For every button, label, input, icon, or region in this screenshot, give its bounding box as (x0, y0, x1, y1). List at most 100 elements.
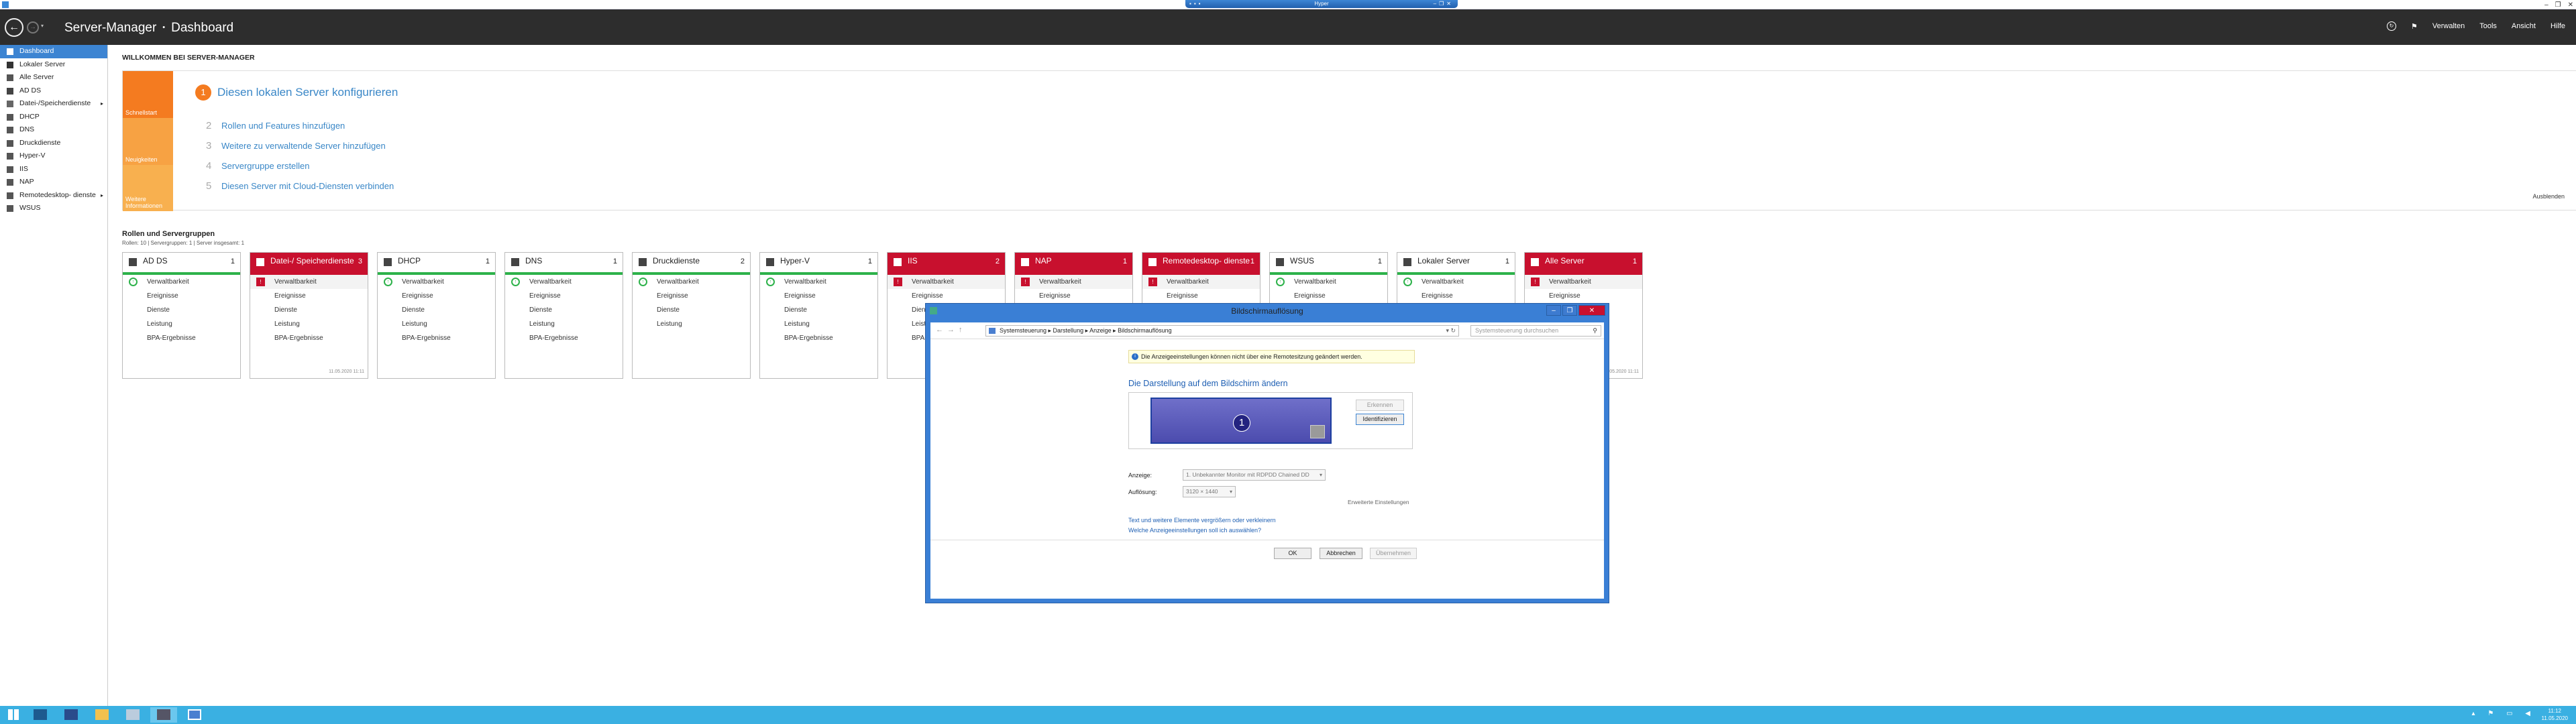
role-card-row[interactable]: BPA-Ergebnisse (760, 331, 877, 345)
role-card-header[interactable]: Hyper-V 1 (760, 253, 877, 275)
role-card[interactable]: Datei-/ Speicherdienste 3! Verwaltbarkeit E… (250, 252, 368, 379)
role-card-header[interactable]: Remotedesktop- dienste 1 (1142, 253, 1260, 275)
role-card[interactable]: DNS 1 ↑ Verwaltbarkeit Ereignisse Dienste Leis… (504, 252, 623, 379)
sidebar-item-ad-ds[interactable]: AD DS (0, 84, 107, 98)
tab-neuigkeiten[interactable]: Neuigkeiten (123, 118, 173, 165)
advanced-settings-link[interactable]: Erweiterte Einstellungen (1348, 499, 1409, 505)
sidebar-item-wsus[interactable]: WSUS (0, 202, 107, 215)
role-card-row[interactable]: ! Verwaltbarkeit (888, 275, 1005, 289)
step-label[interactable]: Diesen lokalen Server konfigurieren (217, 86, 398, 99)
apply-button[interactable]: Übernehmen (1370, 548, 1417, 559)
role-card-row[interactable]: ↑ Verwaltbarkeit (505, 275, 623, 289)
role-card-row[interactable]: Dienste (250, 303, 368, 317)
role-card-row[interactable]: BPA-Ergebnisse (250, 331, 368, 345)
role-card[interactable]: AD DS 1 ↑ Verwaltbarkeit Ereignisse Dienste Le… (122, 252, 241, 379)
step-label[interactable]: Servergruppe erstellen (221, 161, 310, 171)
refresh-icon[interactable]: ↻ (2387, 21, 2397, 31)
role-card-row[interactable]: Dienste (378, 303, 495, 317)
ok-button[interactable]: OK (1274, 548, 1311, 559)
display-help-link[interactable]: Welche Anzeigeeinstellungen soll ich aus… (1128, 527, 1261, 534)
role-card-row[interactable]: Ereignisse (250, 289, 368, 303)
flag-icon[interactable]: ⚑ (2411, 22, 2418, 31)
sidebar-item-druckdienste[interactable]: Druckdienste (0, 137, 107, 150)
refresh-icon[interactable]: ▾ ↻ (1446, 326, 1456, 336)
start-button[interactable] (0, 707, 27, 723)
identify-button[interactable]: Identifizieren (1356, 414, 1404, 425)
network-taskbar-icon[interactable] (119, 707, 146, 723)
role-card-row[interactable]: Dienste (123, 303, 240, 317)
display-select[interactable]: 1. Unbekannter Monitor mit RDPDD Chained… (1183, 469, 1326, 481)
role-card-row[interactable]: Dienste (633, 303, 750, 317)
step-label[interactable]: Rollen und Features hinzufügen (221, 121, 345, 131)
role-card-header[interactable]: Alle Server 1 (1525, 253, 1642, 275)
monitor-tile[interactable]: 1 (1150, 398, 1332, 444)
role-card[interactable]: Hyper-V 1 ↑ Verwaltbarkeit Ereignisse Dienste… (759, 252, 878, 379)
role-card-row[interactable]: BPA-Ergebnisse (123, 331, 240, 345)
role-card-row[interactable]: Ereignisse (505, 289, 623, 303)
role-card-header[interactable]: DHCP 1 (378, 253, 495, 275)
step-label[interactable]: Weitere zu verwaltende Server hinzufügen (221, 141, 386, 151)
role-card-row[interactable]: ↑ Verwaltbarkeit (633, 275, 750, 289)
role-card[interactable]: DHCP 1 ↑ Verwaltbarkeit Ereignisse Dienste Lei… (377, 252, 496, 379)
minimize-button[interactable]: – (1546, 305, 1561, 316)
sidebar-item-remotedesktop-dienste[interactable]: Remotedesktop- dienste ▸ (0, 189, 107, 202)
server-manager-taskbar-icon[interactable] (27, 707, 54, 723)
detect-button[interactable]: Erkennen (1356, 400, 1404, 411)
role-card-header[interactable]: Druckdienste 2 (633, 253, 750, 275)
close-button[interactable]: ✕ (1578, 305, 1605, 316)
back-button[interactable]: ← (5, 18, 23, 37)
menu-hilfe[interactable]: Hilfe (2551, 22, 2565, 30)
menu-tools[interactable]: Tools (2479, 22, 2497, 30)
role-card-header[interactable]: NAP 1 (1015, 253, 1132, 275)
tab-schnellstart[interactable]: Schnellstart (123, 71, 173, 118)
system-tray[interactable]: ▴ ⚑ ▭ ◀ (2472, 710, 2536, 717)
role-card-row[interactable]: Ereignisse (760, 289, 877, 303)
explorer-taskbar-icon[interactable] (89, 707, 115, 723)
quickstart-step[interactable]: 2 Rollen und Features hinzufügen (195, 115, 398, 135)
search-input[interactable]: Systemsteuerung durchsuchen ⚲ (1470, 325, 1601, 337)
sidebar-item-nap[interactable]: NAP (0, 176, 107, 189)
display-taskbar-icon[interactable] (181, 707, 208, 723)
sidebar-item-alle-server[interactable]: Alle Server (0, 71, 107, 84)
role-card-row[interactable]: Leistung (250, 317, 368, 331)
sidebar-item-dashboard[interactable]: Dashboard (0, 45, 107, 58)
role-card-row[interactable]: ↑ Verwaltbarkeit (123, 275, 240, 289)
expand-arrow-icon[interactable]: ▸ (101, 97, 103, 111)
role-card-row[interactable]: ↑ Verwaltbarkeit (378, 275, 495, 289)
tab-weitere-informationen[interactable]: Weitere Informationen (123, 165, 173, 211)
role-card-row[interactable]: ↑ Verwaltbarkeit (1397, 275, 1515, 289)
role-card-header[interactable]: IIS 2 (888, 253, 1005, 275)
role-card-row[interactable]: Leistung (123, 317, 240, 331)
maximize-button[interactable]: ❐ (1562, 305, 1577, 316)
sidebar-item-dns[interactable]: DNS (0, 123, 107, 137)
nav-buttons[interactable]: ←→↑ (936, 326, 967, 334)
role-card-row[interactable]: Ereignisse (1015, 289, 1132, 303)
role-card-row[interactable]: Leistung (505, 317, 623, 331)
taskbar-clock[interactable]: 11:12 11.05.2020 (2542, 707, 2568, 722)
role-card-row[interactable]: Ereignisse (1270, 289, 1387, 303)
role-card-row[interactable]: Dienste (760, 303, 877, 317)
role-card-row[interactable]: ↑ Verwaltbarkeit (760, 275, 877, 289)
role-card-row[interactable]: Ereignisse (378, 289, 495, 303)
role-card-header[interactable]: Lokaler Server 1 (1397, 253, 1515, 275)
role-card-row[interactable]: BPA-Ergebnisse (378, 331, 495, 345)
step-configure-local-server[interactable]: 1 Diesen lokalen Server konfigurieren (195, 84, 398, 101)
role-card-header[interactable]: AD DS 1 (123, 253, 240, 275)
role-card-row[interactable]: ! Verwaltbarkeit (250, 275, 368, 289)
hide-link[interactable]: Ausblenden (2532, 193, 2565, 200)
role-card-row[interactable]: ! Verwaltbarkeit (1015, 275, 1132, 289)
tools-taskbar-icon[interactable] (150, 707, 177, 723)
role-card-header[interactable]: Datei-/ Speicherdienste 3 (250, 253, 368, 275)
role-card-row[interactable]: Dienste (505, 303, 623, 317)
close-icon[interactable]: ✕ (2568, 1, 2573, 9)
role-card[interactable]: Druckdienste 2 ↑ Verwaltbarkeit Ereignisse Di… (632, 252, 751, 379)
maximize-icon[interactable]: ❐ (2555, 1, 2561, 9)
sidebar-item-dhcp[interactable]: DHCP (0, 111, 107, 124)
menu-verwalten[interactable]: Verwalten (2432, 22, 2465, 30)
sidebar-item-iis[interactable]: IIS (0, 163, 107, 176)
role-card-row[interactable]: BPA-Ergebnisse (505, 331, 623, 345)
role-card-row[interactable]: ! Verwaltbarkeit (1525, 275, 1642, 289)
role-card-row[interactable]: Ereignisse (888, 289, 1005, 303)
quickstart-step[interactable]: 3 Weitere zu verwaltende Server hinzufüge… (195, 135, 398, 156)
step-label[interactable]: Diesen Server mit Cloud-Diensten verbind… (221, 181, 394, 191)
